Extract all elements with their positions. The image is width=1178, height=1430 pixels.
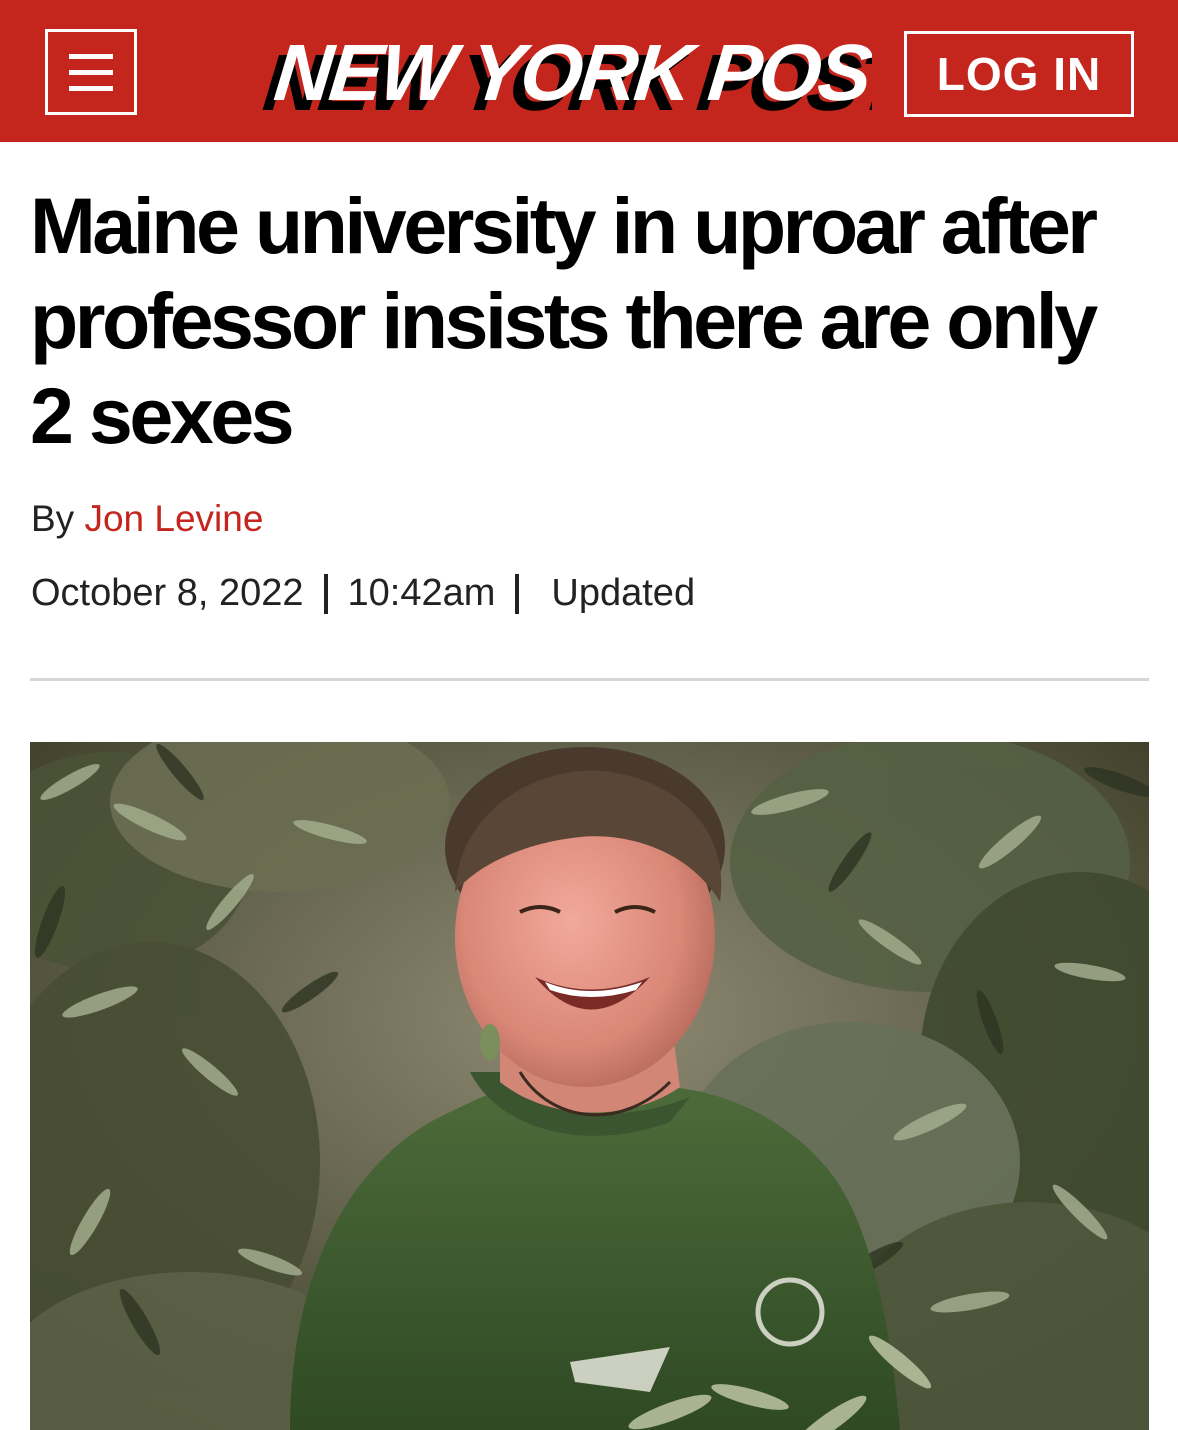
byline: By Jon Levine (31, 498, 263, 540)
separator (323, 573, 328, 614)
photo-of-smiling-person-among-olive-trees (30, 742, 1149, 1430)
new-york-post-logo[interactable]: NEW YORK POST NEW YORK POST (262, 26, 872, 116)
login-button[interactable]: LOG IN (904, 31, 1134, 117)
updated-label: Updated (551, 572, 696, 614)
logo-text: NEW YORK POST (270, 27, 872, 116)
byline-prefix: By (31, 498, 75, 539)
menu-button[interactable] (45, 29, 137, 115)
publish-date: October 8, 2022 (31, 572, 304, 614)
author-link[interactable]: Jon Levine (84, 498, 263, 539)
publish-time: 10:42am (347, 572, 496, 614)
site-header: NEW YORK POST NEW YORK POST LOG IN (0, 0, 1178, 142)
article-headline: Maine university in uproar after profess… (30, 181, 1098, 460)
divider (30, 678, 1149, 681)
article-photo[interactable] (30, 742, 1149, 1430)
dateline: October 8, 2022 10:42am Updated (31, 572, 695, 615)
separator (515, 573, 520, 614)
